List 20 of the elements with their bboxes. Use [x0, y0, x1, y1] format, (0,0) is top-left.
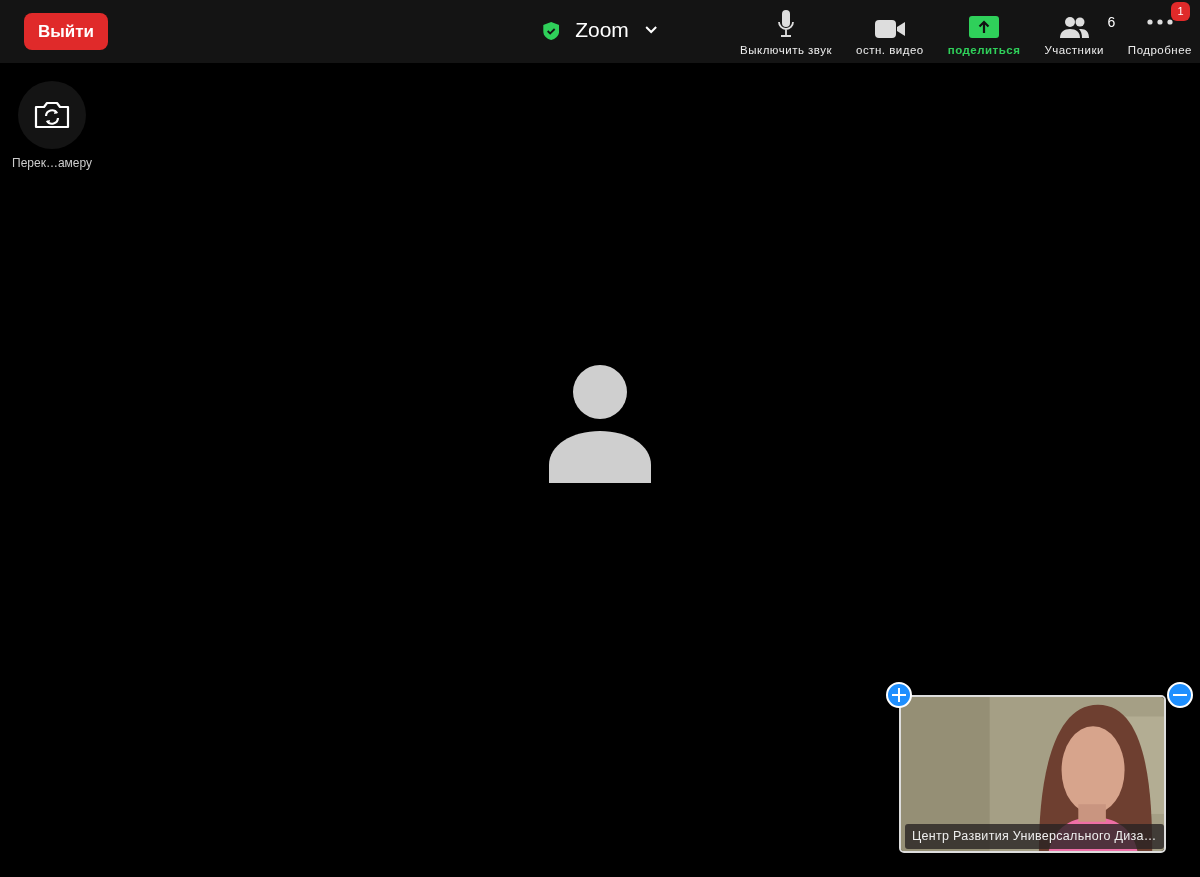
notification-badge: 1 [1171, 2, 1190, 21]
participant-count: 6 [1107, 13, 1116, 33]
expand-button[interactable] [886, 682, 912, 708]
chevron-down-icon[interactable] [644, 25, 657, 34]
plus-icon [892, 688, 906, 702]
leave-button[interactable]: Выйти [24, 12, 109, 51]
participant-name: Центр Развития Универсального Диза… [905, 824, 1164, 849]
video-button[interactable]: остн. видео [856, 6, 924, 60]
switch-camera-label: Перек…амеру [12, 155, 93, 172]
share-button[interactable]: поделиться [947, 6, 1021, 60]
mute-button[interactable]: Выключить звук [740, 6, 832, 60]
share-screen-icon [969, 16, 1000, 39]
meeting-title: Zoom [575, 17, 629, 43]
camera-switch-icon [33, 100, 71, 130]
avatar-icon [549, 365, 651, 483]
people-icon [1059, 16, 1090, 39]
minimize-button[interactable] [1167, 682, 1193, 708]
microphone-icon [777, 10, 795, 39]
more-icon [1146, 19, 1173, 26]
video-camera-icon [874, 20, 905, 39]
